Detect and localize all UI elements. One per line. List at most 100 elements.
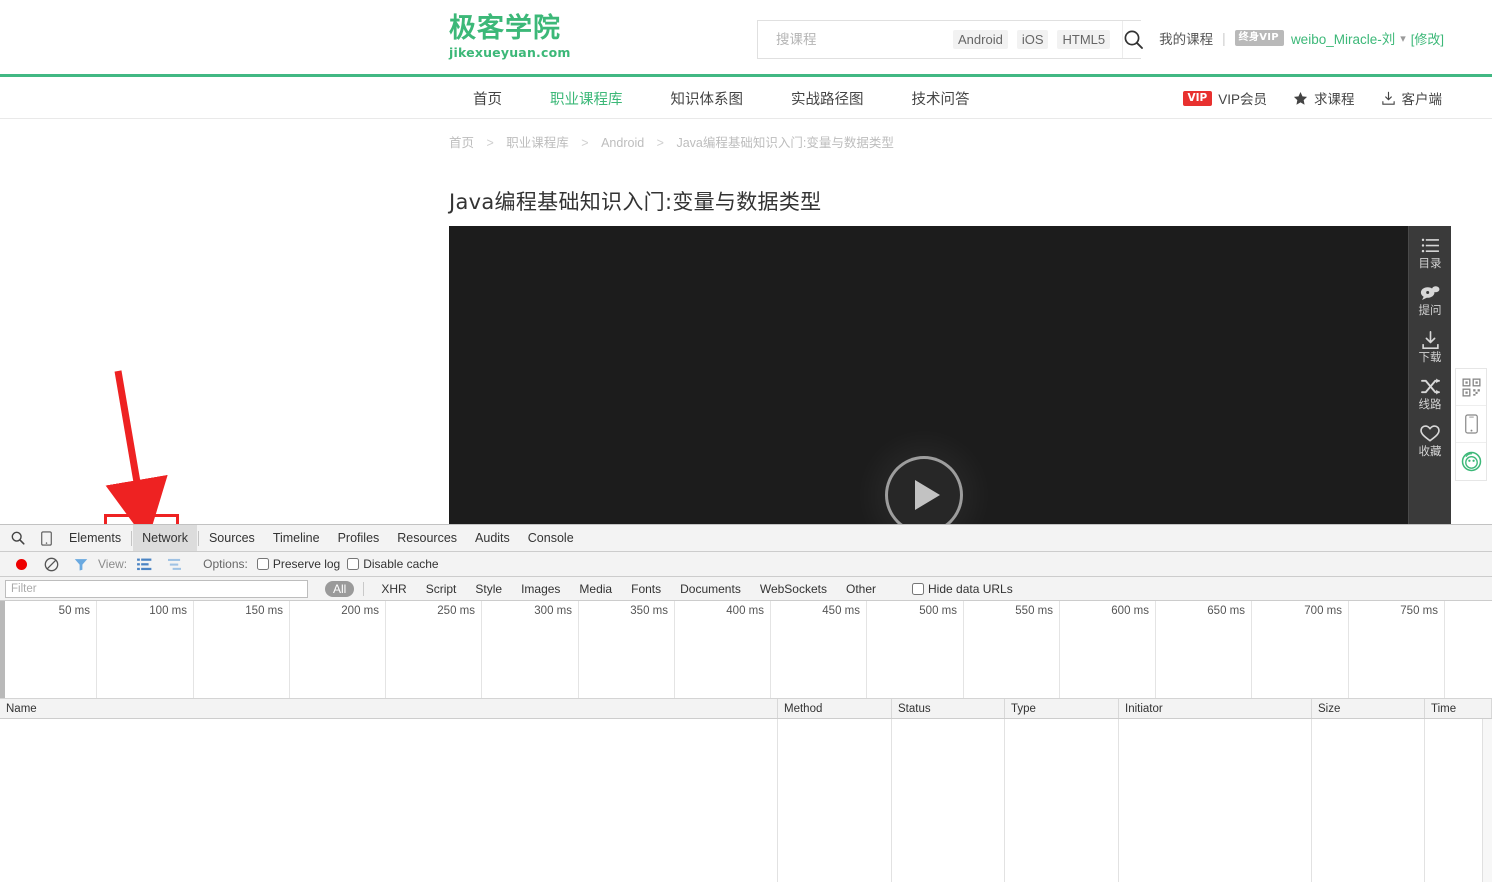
- breadcrumb-item-career[interactable]: 职业课程库: [506, 136, 569, 150]
- timeline-tick-label: 300 ms: [534, 605, 572, 617]
- tab-elements[interactable]: Elements: [60, 525, 130, 551]
- timeline-left-grip[interactable]: [0, 601, 5, 698]
- timeline-gridline: [1059, 601, 1060, 698]
- column-body-type: [1005, 719, 1119, 882]
- nav-vip-member[interactable]: VIP VIP会员: [1182, 88, 1267, 108]
- filter-input[interactable]: [5, 579, 308, 598]
- page-root: 极客学院 jikexueyuan.com Android iOS HTML5 我…: [0, 0, 1492, 882]
- filter-type-images[interactable]: Images: [513, 581, 568, 597]
- network-filter-bar: All XHR Script Style Images Media Fonts …: [0, 577, 1492, 601]
- chevron-down-icon[interactable]: ▾: [1400, 32, 1406, 45]
- filter-type-style[interactable]: Style: [467, 581, 510, 597]
- mobile-app-button[interactable]: [1456, 406, 1486, 443]
- disable-cache-checkbox[interactable]: [347, 558, 360, 570]
- column-header-type[interactable]: Type: [1005, 699, 1119, 718]
- star-icon: [1293, 91, 1308, 105]
- filter-toggle-button[interactable]: [66, 552, 96, 576]
- my-courses-link[interactable]: 我的课程: [1159, 28, 1213, 48]
- view-list-button[interactable]: [129, 552, 159, 576]
- nav-item-home[interactable]: 首页: [449, 77, 526, 119]
- column-header-time[interactable]: Time: [1425, 699, 1492, 718]
- nav-item-career-courses[interactable]: 职业课程库: [526, 77, 647, 119]
- rail-item-ask[interactable]: 提问: [1409, 282, 1452, 318]
- filter-type-xhr[interactable]: XHR: [373, 581, 414, 597]
- clear-button[interactable]: [36, 552, 66, 576]
- edit-profile-link[interactable]: [修改]: [1411, 29, 1444, 48]
- network-timeline-overview[interactable]: 50 ms 100 ms 150 ms 200 ms 250 ms 300 ms 350 m…: [0, 601, 1492, 699]
- breadcrumb-item-home[interactable]: 首页: [449, 136, 474, 150]
- timeline-gridline: [385, 601, 386, 698]
- requests-table-scrollbar[interactable]: [1482, 719, 1492, 882]
- view-timeline-button[interactable]: [159, 552, 189, 576]
- disable-cache-option[interactable]: Disable cache: [347, 557, 439, 571]
- record-button[interactable]: [6, 552, 36, 576]
- vip-badge-icon: VIP: [1182, 90, 1213, 106]
- column-header-method[interactable]: Method: [778, 699, 892, 718]
- filter-type-fonts[interactable]: Fonts: [623, 581, 669, 597]
- filter-type-websockets[interactable]: WebSockets: [752, 581, 835, 597]
- nav-item-tech-qa[interactable]: 技术问答: [888, 77, 994, 119]
- inspect-element-button[interactable]: [4, 525, 32, 551]
- video-player[interactable]: 目录 提问 下载 线路 收藏: [449, 226, 1451, 528]
- search-input[interactable]: [758, 21, 953, 58]
- column-body-size: [1312, 719, 1425, 882]
- column-header-size[interactable]: Size: [1312, 699, 1425, 718]
- disable-cache-label: Disable cache: [363, 557, 439, 571]
- search-suggestion-html5[interactable]: HTML5: [1057, 30, 1111, 49]
- play-button[interactable]: [885, 456, 963, 528]
- timeline-gridline: [289, 601, 290, 698]
- nav-client-download[interactable]: 客户端: [1381, 88, 1442, 108]
- timeline-gridline: [193, 601, 194, 698]
- filter-type-other[interactable]: Other: [838, 581, 884, 597]
- funnel-icon: [74, 558, 88, 570]
- username-label[interactable]: weibo_Miracle-刘: [1291, 28, 1395, 48]
- nav-request-course[interactable]: 求课程: [1293, 88, 1355, 108]
- tab-timeline[interactable]: Timeline: [264, 525, 329, 551]
- tab-resources[interactable]: Resources: [388, 525, 466, 551]
- tab-network[interactable]: Network: [133, 525, 197, 551]
- wechat-contact-button[interactable]: [1456, 443, 1486, 480]
- breadcrumb-item-android[interactable]: Android: [601, 136, 644, 150]
- search-icon: [11, 531, 25, 545]
- preserve-log-option[interactable]: Preserve log: [256, 557, 340, 571]
- timeline-gridline: [770, 601, 771, 698]
- timeline-gridline: [481, 601, 482, 698]
- filter-divider: [363, 581, 365, 596]
- search-suggestion-ios[interactable]: iOS: [1016, 30, 1049, 49]
- column-header-initiator[interactable]: Initiator: [1119, 699, 1312, 718]
- column-header-status[interactable]: Status: [892, 699, 1005, 718]
- hide-data-urls-option[interactable]: Hide data URLs: [912, 582, 1013, 596]
- tab-audits[interactable]: Audits: [466, 525, 519, 551]
- rail-item-contents[interactable]: 目录: [1409, 235, 1452, 271]
- timeline-tick-label: 700 ms: [1304, 605, 1342, 617]
- column-header-name[interactable]: Name: [0, 699, 778, 718]
- filter-type-all[interactable]: All: [325, 580, 355, 597]
- main-nav: 首页 职业课程库 知识体系图 实战路径图 技术问答 VIP VIP会员 求课程: [0, 77, 1492, 119]
- nav-item-knowledge-map[interactable]: 知识体系图: [647, 77, 768, 119]
- download-icon: [1381, 91, 1395, 105]
- search-button[interactable]: [1122, 21, 1145, 58]
- filter-type-media[interactable]: Media: [571, 581, 620, 597]
- filter-type-script[interactable]: Script: [418, 581, 465, 597]
- filter-type-documents[interactable]: Documents: [672, 581, 749, 597]
- qrcode-icon: [1461, 377, 1481, 397]
- download-icon: [1421, 329, 1440, 350]
- hide-data-urls-checkbox[interactable]: [912, 582, 924, 595]
- preserve-log-checkbox[interactable]: [256, 558, 269, 570]
- tab-console[interactable]: Console: [519, 525, 583, 551]
- page-title: Java编程基础知识入门:变量与数据类型: [449, 190, 822, 214]
- rail-item-route[interactable]: 线路: [1409, 376, 1452, 412]
- timeline-gridline: [1444, 601, 1445, 698]
- rail-item-download[interactable]: 下载: [1409, 329, 1452, 365]
- tab-profiles[interactable]: Profiles: [329, 525, 389, 551]
- timeline-view-icon: [167, 558, 181, 570]
- search-suggestion-android[interactable]: Android: [953, 30, 1008, 49]
- qrcode-button[interactable]: [1456, 369, 1486, 406]
- tab-sources[interactable]: Sources: [200, 525, 264, 551]
- requests-table-body[interactable]: [0, 719, 1492, 882]
- rail-item-favorite[interactable]: 收藏: [1409, 423, 1452, 459]
- device-toolbar-button[interactable]: [32, 525, 60, 551]
- view-label: View:: [98, 557, 128, 571]
- nav-item-practice-path[interactable]: 实战路径图: [767, 77, 888, 119]
- site-logo[interactable]: 极客学院 jikexueyuan.com: [449, 14, 570, 61]
